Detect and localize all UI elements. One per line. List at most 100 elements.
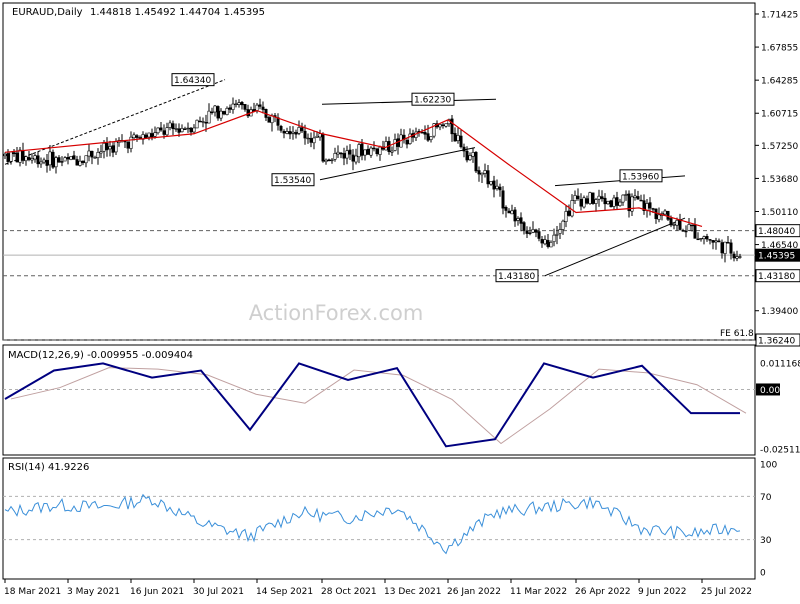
bear-candle (690, 224, 694, 227)
price-tick-label: 1.67855 (761, 44, 798, 54)
bear-candle (600, 196, 604, 199)
bear-candle (321, 133, 325, 162)
bull-candle (201, 121, 205, 123)
chart-title: EURAUD,Daily (12, 7, 83, 18)
bull-candle (231, 103, 235, 110)
bull-candle (606, 201, 610, 205)
bull-candle (219, 110, 223, 119)
macd-title: MACD(12,26,9) -0.009955 -0.009404 (8, 350, 193, 361)
bear-candle (258, 104, 262, 107)
bear-candle (726, 242, 730, 244)
bull-candle (672, 224, 676, 226)
bull-candle (390, 150, 394, 153)
bear-candle (537, 231, 541, 239)
x-tick-label: 25 Jul 2022 (701, 587, 752, 597)
bull-candle (345, 150, 349, 159)
bull-candle (129, 136, 133, 149)
bear-candle (288, 131, 292, 135)
bear-candle (66, 157, 70, 160)
bear-candle (681, 230, 685, 232)
bear-candle (366, 149, 370, 155)
bear-candle (711, 240, 715, 243)
x-tick-label: 3 May 2021 (67, 587, 120, 597)
bull-candle (225, 108, 229, 116)
bull-candle (165, 127, 169, 136)
bear-candle (534, 229, 538, 233)
bull-candle (429, 136, 433, 141)
rsi-tick-label: 100 (760, 461, 777, 471)
bull-candle (438, 124, 442, 128)
bear-candle (540, 239, 544, 244)
bull-candle (663, 210, 667, 215)
bear-candle (546, 240, 550, 247)
bear-candle (240, 102, 244, 106)
bull-candle (516, 218, 520, 221)
bull-candle (234, 103, 238, 105)
price-tick-label: 1.50110 (761, 208, 798, 218)
bull-candle (102, 143, 106, 152)
bull-candle (99, 151, 103, 154)
bear-candle (210, 111, 214, 114)
bear-candle (216, 106, 220, 119)
bull-candle (255, 104, 259, 111)
bear-candle (591, 192, 595, 204)
bull-candle (315, 135, 319, 138)
bull-candle (702, 236, 706, 240)
price-tick-label: 1.57250 (761, 142, 798, 152)
bull-candle (78, 160, 82, 166)
bear-candle (678, 219, 682, 230)
bear-candle (648, 202, 652, 209)
bull-candle (33, 155, 37, 160)
price-tick-label: 1.53680 (761, 175, 798, 185)
bull-candle (336, 151, 340, 155)
bear-candle (57, 157, 61, 163)
price-tick-label: 1.39400 (761, 307, 798, 317)
bull-candle (624, 194, 628, 196)
bull-candle (570, 200, 574, 217)
bull-candle (153, 132, 157, 137)
bear-candle (525, 230, 529, 234)
bear-candle (732, 253, 736, 259)
bear-candle (189, 127, 193, 133)
bear-candle (423, 132, 427, 135)
bull-candle (552, 234, 556, 243)
fe-label: FE 61.8 (720, 329, 754, 339)
bear-candle (279, 125, 283, 131)
bull-candle (369, 147, 373, 156)
price-badge-label: 1.45395 (758, 252, 795, 262)
bear-candle (135, 135, 139, 138)
bear-candle (459, 135, 463, 148)
bear-candle (60, 161, 64, 163)
bear-candle (705, 236, 709, 240)
price-tick-label: 1.60715 (761, 110, 798, 120)
chart-canvas: ActionForex.com EURAUD,Daily 1.44818 1.4… (2, 2, 800, 597)
bear-candle (339, 152, 343, 155)
bear-candle (309, 138, 313, 143)
bear-candle (372, 147, 376, 150)
bear-candle (228, 107, 232, 110)
bear-candle (405, 139, 409, 145)
price-tick-label: 1.71425 (761, 11, 798, 21)
bull-candle (195, 119, 199, 129)
bear-candle (342, 153, 346, 159)
bull-candle (312, 137, 316, 144)
bear-candle (90, 150, 94, 158)
bull-candle (174, 128, 178, 130)
bear-candle (267, 117, 271, 123)
price-badge-label: 1.48040 (758, 227, 795, 237)
bear-candle (105, 143, 109, 151)
x-tick-label: 26 Jan 2022 (447, 587, 501, 597)
bull-candle (30, 158, 34, 161)
bear-candle (615, 197, 619, 206)
bull-candle (156, 127, 160, 134)
bear-candle (171, 123, 175, 130)
bear-candle (198, 120, 202, 123)
bear-candle (360, 143, 364, 156)
bear-candle (144, 134, 148, 138)
annotation-label: 1.53540 (274, 176, 311, 186)
bull-candle (612, 197, 616, 207)
bull-candle (621, 194, 625, 203)
x-tick-label: 9 Jun 2022 (638, 587, 686, 597)
bull-candle (168, 122, 172, 128)
bull-candle (132, 134, 136, 139)
